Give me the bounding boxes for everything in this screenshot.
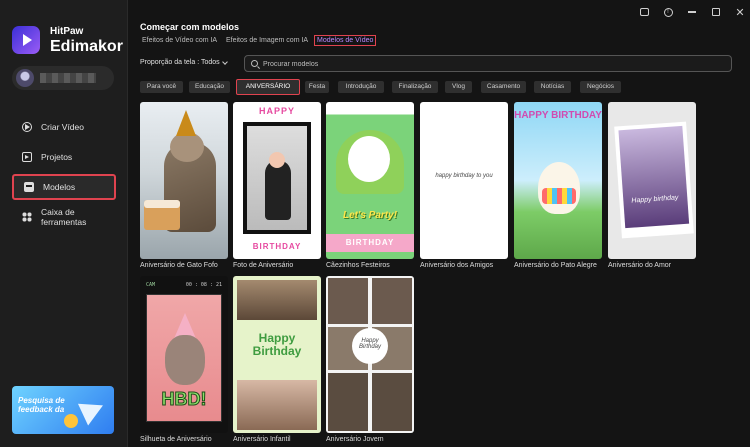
template-name: Cãezinhos Festeiros bbox=[326, 262, 390, 269]
template-thumbnail[interactable] bbox=[140, 102, 228, 259]
toolbox-icon bbox=[22, 212, 32, 222]
sidebar: HitPaw Edimakor Criar Vídeo Projetos Mod… bbox=[0, 0, 128, 447]
photo-frame bbox=[243, 122, 311, 234]
chip-noticias[interactable]: Notícias bbox=[534, 81, 571, 93]
main-content: ! ✕ Começar com modelos Efeitos de Vídeo… bbox=[128, 0, 750, 447]
template-thumbnail[interactable]: Let's Party! BIRTHDAY bbox=[326, 102, 414, 259]
feedback-text: Pesquisa de feedback da bbox=[18, 396, 65, 414]
cat-face bbox=[170, 132, 204, 162]
aspect-ratio-label: Proporção da tela : Todos bbox=[140, 59, 220, 66]
close-icon: ✕ bbox=[735, 6, 745, 19]
thumb-text: Happy Birthday bbox=[252, 331, 302, 358]
couple-photo bbox=[618, 125, 690, 229]
sidebar-item-label: Caixa de ferramentas bbox=[41, 207, 87, 227]
person-face bbox=[269, 152, 285, 168]
thumb-text: CAM bbox=[146, 282, 156, 288]
thumb-text: HBD! bbox=[161, 389, 207, 410]
user-account[interactable] bbox=[12, 66, 114, 90]
thumb-text: HAPPY BIRTHDAY bbox=[514, 110, 602, 121]
feedback-banner[interactable]: Pesquisa de feedback da bbox=[12, 386, 114, 434]
video-play-icon bbox=[22, 122, 32, 132]
template-name: Aniversário do Amor bbox=[608, 262, 672, 269]
info-button[interactable]: ! bbox=[662, 6, 674, 18]
polaroid-frame: Happy birthday bbox=[614, 121, 694, 239]
template-name: Aniversário do Pato Alegre bbox=[514, 262, 597, 269]
paper-plane-icon bbox=[77, 394, 109, 426]
chip-aniversario[interactable]: ANIVERSÁRIO bbox=[236, 79, 300, 95]
puppy-illustration bbox=[348, 136, 390, 182]
tab-modelos-video[interactable]: Modelos de Vídeo bbox=[314, 35, 377, 46]
sidebar-item-criar-video[interactable]: Criar Vídeo bbox=[12, 114, 116, 140]
minimize-icon bbox=[688, 11, 696, 13]
tab-efeitos-video-ia[interactable]: Efeitos de Vídeo com IA bbox=[140, 36, 219, 45]
emoji-icon bbox=[64, 414, 78, 428]
thumb-text: HAPPY bbox=[258, 106, 295, 116]
template-name: Aniversário dos Amigos bbox=[420, 262, 494, 269]
template-thumbnail[interactable]: Happy Birthday bbox=[326, 276, 414, 433]
template-name: Aniversário Infantil bbox=[233, 436, 291, 443]
kids-photo bbox=[237, 280, 317, 320]
search-icon bbox=[251, 60, 258, 67]
thumb-text: happy birthday to you bbox=[435, 173, 493, 179]
duck-shirt bbox=[542, 188, 576, 204]
template-name: Silhueta de Aniversário bbox=[140, 436, 212, 443]
sidebar-item-label: Projetos bbox=[41, 152, 73, 162]
chip-festa[interactable]: Festa bbox=[305, 81, 329, 93]
template-thumbnail[interactable]: HAPPY BIRTHDAY bbox=[233, 102, 321, 259]
brand-name: Edimakor bbox=[50, 38, 123, 55]
maximize-button[interactable] bbox=[710, 6, 722, 18]
thumb-text: BIRTHDAY bbox=[326, 234, 414, 252]
template-name: Aniversário de Gato Fofo bbox=[140, 262, 218, 269]
template-name: Foto de Aniversário bbox=[233, 262, 294, 269]
cake-icon bbox=[144, 200, 180, 230]
chat-button[interactable] bbox=[638, 6, 650, 18]
edimakor-logo-icon bbox=[12, 26, 40, 54]
chevron-down-icon bbox=[221, 58, 228, 65]
sidebar-item-caixa-de-ferramentas[interactable]: Caixa de ferramentas bbox=[12, 204, 116, 230]
page-title: Começar com modelos bbox=[140, 22, 240, 32]
tab-efeitos-imagem-ia[interactable]: Efeitos de Imagem com IA bbox=[224, 36, 310, 45]
template-thumbnail[interactable]: CAM 00 : 08 : 21 HBD! bbox=[140, 276, 228, 433]
projects-icon bbox=[22, 152, 32, 162]
maximize-icon bbox=[712, 8, 720, 16]
avatar bbox=[16, 69, 34, 87]
chip-finalizacao[interactable]: Finalização bbox=[392, 81, 438, 93]
party-hat-icon bbox=[176, 110, 196, 136]
chip-educacao[interactable]: Educação bbox=[189, 81, 230, 93]
aspect-ratio-dropdown[interactable]: Proporção da tela : Todos bbox=[140, 58, 228, 66]
brand-company: HitPaw bbox=[50, 26, 84, 37]
sidebar-item-modelos[interactable]: Modelos bbox=[12, 174, 116, 200]
photo-frame: HBD! bbox=[146, 294, 222, 422]
thumb-text: BIRTHDAY bbox=[252, 242, 302, 251]
chip-para-voce[interactable]: Para você bbox=[140, 81, 183, 93]
info-icon: ! bbox=[663, 7, 673, 17]
search-input[interactable] bbox=[263, 58, 663, 70]
templates-icon bbox=[24, 182, 34, 192]
thumb-text: Happy Birthday bbox=[358, 338, 381, 350]
chip-introducao[interactable]: Introdução bbox=[338, 81, 384, 93]
user-name-redacted bbox=[40, 73, 96, 83]
kids-photo bbox=[237, 380, 317, 430]
chip-casamento[interactable]: Casamento bbox=[481, 81, 526, 93]
sidebar-item-label: Criar Vídeo bbox=[41, 122, 84, 132]
close-button[interactable]: ✕ bbox=[734, 6, 746, 19]
template-thumbnail[interactable]: happy birthday to you bbox=[420, 102, 508, 259]
search-box[interactable] bbox=[244, 55, 732, 72]
thumb-text: Let's Party! bbox=[342, 210, 398, 221]
template-thumbnail[interactable]: Happy birthday bbox=[608, 102, 696, 259]
sidebar-item-projetos[interactable]: Projetos bbox=[12, 144, 116, 170]
minimize-button[interactable] bbox=[686, 6, 698, 18]
chat-icon bbox=[639, 8, 649, 16]
person-illustration bbox=[265, 160, 291, 220]
sidebar-item-label: Modelos bbox=[43, 182, 76, 192]
pug-illustration bbox=[165, 335, 205, 385]
template-name: Aniversário Jovem bbox=[326, 436, 384, 443]
thumb-text: 00 : 08 : 21 bbox=[185, 282, 222, 288]
template-thumbnail[interactable]: Happy Birthday bbox=[233, 276, 321, 433]
template-thumbnail[interactable]: HAPPY BIRTHDAY bbox=[514, 102, 602, 259]
chip-vlog[interactable]: Vlog bbox=[445, 81, 472, 93]
chip-negocios[interactable]: Negócios bbox=[580, 81, 621, 93]
